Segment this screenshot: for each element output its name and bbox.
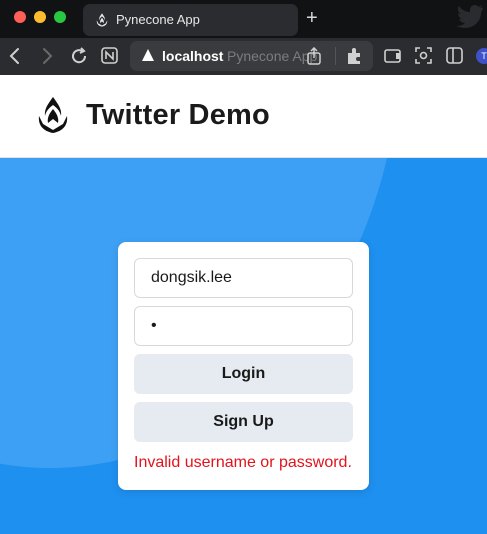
window-close-button[interactable] xyxy=(14,11,26,23)
site-info-icon[interactable] xyxy=(142,49,154,63)
new-tab-button[interactable]: + xyxy=(306,8,318,28)
main-content: Login Sign Up Invalid username or passwo… xyxy=(0,158,487,534)
login-button[interactable]: Login xyxy=(134,354,353,394)
address-host: localhost xyxy=(162,48,224,64)
screenshot-icon[interactable] xyxy=(415,47,432,64)
share-icon[interactable] xyxy=(306,47,322,65)
reload-icon[interactable] xyxy=(70,47,88,65)
notion-extension-icon[interactable] xyxy=(101,47,118,64)
profile-avatar[interactable]: T xyxy=(476,48,487,64)
browser-tab-bar: Pynecone App + xyxy=(0,0,487,38)
back-arrow-icon[interactable] xyxy=(8,47,22,65)
sidebar-tabs-icon[interactable] xyxy=(384,48,401,64)
address-bar[interactable]: localhost Pynecone App xyxy=(130,41,373,71)
sidebar-toggle-icon[interactable] xyxy=(446,47,463,64)
signup-button[interactable]: Sign Up xyxy=(134,402,353,442)
browser-toolbar: localhost Pynecone App T xyxy=(0,38,487,75)
address-page-title: Pynecone App xyxy=(227,48,318,64)
tab-title: Pynecone App xyxy=(116,12,200,27)
browser-tab[interactable]: Pynecone App xyxy=(83,4,298,36)
pynecone-logo-icon xyxy=(38,97,68,133)
twitter-bird-icon[interactable] xyxy=(456,4,484,28)
extensions-icon[interactable] xyxy=(346,47,364,65)
page-header: Twitter Demo xyxy=(0,75,487,158)
username-input[interactable] xyxy=(134,258,353,298)
address-divider xyxy=(335,47,336,65)
window-zoom-button[interactable] xyxy=(54,11,66,23)
error-message: Invalid username or password. xyxy=(134,454,352,471)
password-input[interactable] xyxy=(134,306,353,346)
forward-arrow-icon[interactable] xyxy=(40,47,54,65)
page-title: Twitter Demo xyxy=(86,99,270,131)
login-card: Login Sign Up Invalid username or passwo… xyxy=(118,242,369,490)
window-minimize-button[interactable] xyxy=(34,11,46,23)
pynecone-logo-icon xyxy=(96,13,108,27)
